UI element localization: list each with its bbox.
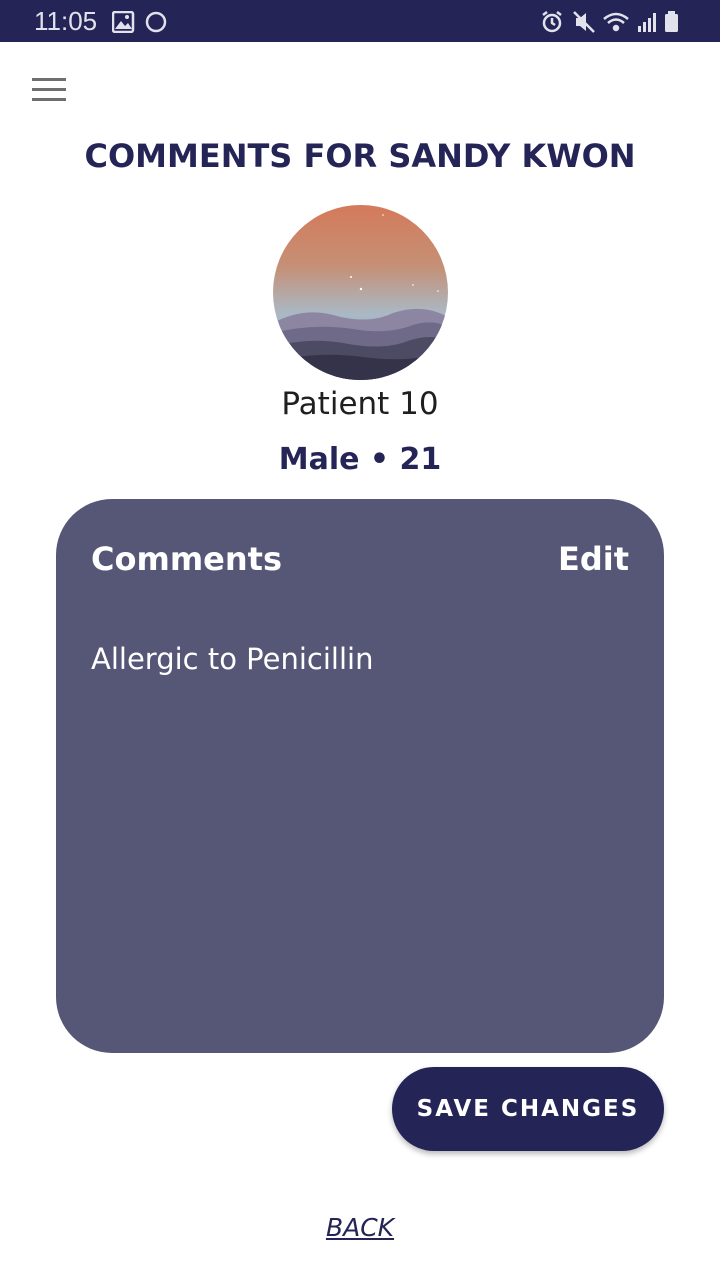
edit-button[interactable]: Edit xyxy=(558,537,629,581)
battery-icon xyxy=(665,11,678,32)
save-changes-button[interactable]: SAVE CHANGES xyxy=(392,1067,664,1151)
hamburger-menu-icon[interactable] xyxy=(32,76,66,104)
alarm-icon xyxy=(542,11,562,33)
system-status-icons xyxy=(542,11,678,33)
patient-name: Patient 10 xyxy=(281,386,439,422)
wifi-icon xyxy=(603,12,629,32)
patient-gender-age: Male • 21 xyxy=(278,442,442,477)
status-left-icons xyxy=(111,10,182,37)
mute-icon xyxy=(573,11,595,33)
patient-avatar xyxy=(273,205,448,380)
comments-heading: Comments xyxy=(91,540,282,578)
page-title: COMMENTS FOR SANDY KWON xyxy=(84,137,636,175)
image-icon xyxy=(111,10,135,34)
circle-icon xyxy=(145,11,167,33)
comments-card: Comments Edit Allergic to Penicillin xyxy=(56,499,664,1053)
status-bar: 11:05 xyxy=(0,0,720,42)
comment-text: Allergic to Penicillin xyxy=(91,642,374,676)
notification-icons xyxy=(111,10,167,34)
status-time: 11:05 xyxy=(34,6,98,36)
back-link[interactable]: BACK xyxy=(0,1208,720,1248)
signal-icon xyxy=(638,13,656,32)
status-right-icons xyxy=(540,10,690,38)
